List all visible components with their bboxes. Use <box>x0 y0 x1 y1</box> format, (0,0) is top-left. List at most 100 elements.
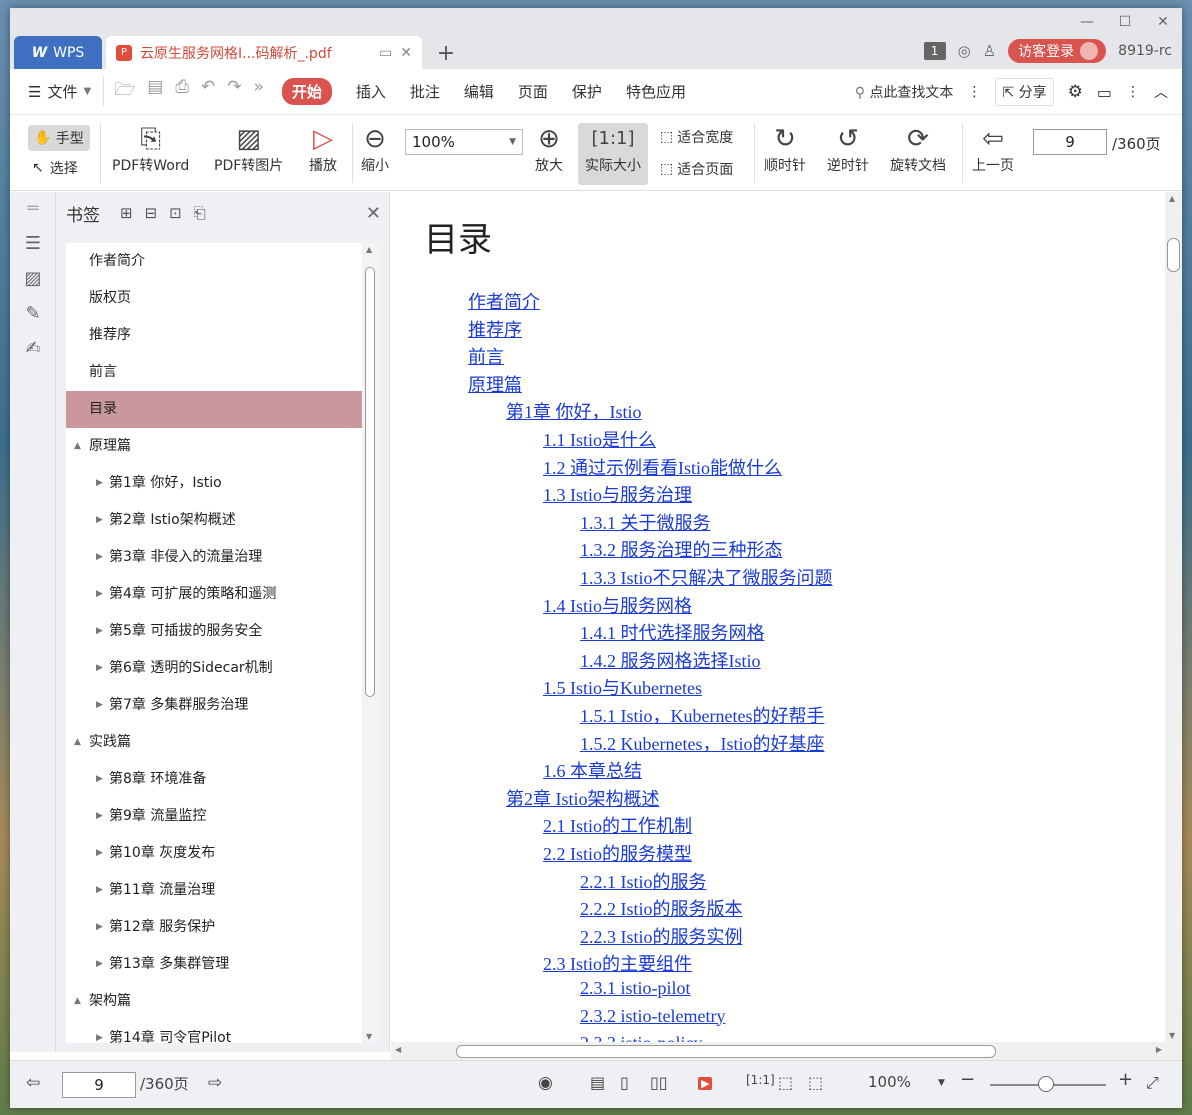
undo-icon[interactable]: ↶ <box>201 77 215 106</box>
toc-link[interactable]: 1.4.1 时代选择服务网格 <box>580 619 765 645</box>
eye-icon[interactable]: ◉ <box>538 1073 553 1093</box>
collapsed-arrow-icon[interactable]: ▶ <box>96 798 103 835</box>
bookmark-item[interactable]: 目录 <box>66 391 362 428</box>
rotate-cw-button[interactable]: ↻ 顺时针 <box>764 123 806 175</box>
collapsed-arrow-icon[interactable]: ▶ <box>96 687 103 724</box>
toc-link[interactable]: 1.5.2 Kubernetes，Istio的好基座 <box>580 730 824 756</box>
thumbnail-icon[interactable]: ▨ <box>10 268 56 289</box>
toc-link[interactable]: 1.2 通过示例看看Istio能做什么 <box>543 454 782 480</box>
bookmark-list-icon[interactable]: ☰ <box>10 233 56 254</box>
bookmark-item[interactable]: ▶ 第12章 服务保护 <box>66 909 362 946</box>
scroll-up-icon[interactable]: ▲ <box>366 245 372 254</box>
toc-link[interactable]: 原理篇 <box>468 371 522 397</box>
toc-link[interactable]: 1.4 Istio与服务网格 <box>543 592 692 618</box>
play-button[interactable]: ▷ 播放 <box>309 123 337 175</box>
share-button[interactable]: ⇱ 分享 <box>995 78 1054 106</box>
toc-link[interactable]: 1.3 Istio与服务治理 <box>543 481 692 507</box>
scroll-up-icon[interactable]: ▲ <box>1169 194 1175 203</box>
print-icon[interactable]: ⎙ <box>175 77 189 106</box>
skin-icon[interactable]: ◎ <box>958 42 971 60</box>
page-number-input[interactable]: 9 <box>1033 129 1107 155</box>
scroll-down-icon[interactable]: ▼ <box>1169 1031 1175 1040</box>
collapsed-arrow-icon[interactable]: ▶ <box>96 761 103 798</box>
bookmark-item[interactable]: 推荐序 <box>66 317 362 354</box>
bookmark-item[interactable]: ▶ 第3章 非侵入的流量治理 <box>66 539 362 576</box>
scroll-thumb[interactable] <box>365 267 375 697</box>
toc-link[interactable]: 2.3.2 istio-telemetry <box>580 1006 725 1027</box>
tab-insert[interactable]: 插入 <box>356 81 386 102</box>
toc-link[interactable]: 2.3 Istio的主要组件 <box>543 950 692 976</box>
tab-close-icon[interactable]: ✕ <box>400 45 412 61</box>
next-page-icon[interactable]: ⇨ <box>208 1073 222 1093</box>
maximize-icon[interactable]: ☐ <box>1106 8 1144 36</box>
tab-page[interactable]: 页面 <box>518 81 548 102</box>
scroll-right-icon[interactable]: ▶ <box>1156 1045 1162 1054</box>
fit-width-button[interactable]: ⬚ 适合宽度 <box>660 127 733 147</box>
collapsed-arrow-icon[interactable]: ▶ <box>96 1020 103 1043</box>
bookmark-item[interactable]: ▶ 第1章 你好，Istio <box>66 465 362 502</box>
toc-link[interactable]: 1.3.2 服务治理的三种形态 <box>580 536 783 562</box>
more-icon[interactable]: » <box>253 77 263 106</box>
collapsed-arrow-icon[interactable]: ▶ <box>96 650 103 687</box>
file-menu[interactable]: ☰ 文件 ▼ <box>28 81 91 102</box>
collapsed-arrow-icon[interactable]: ▶ <box>96 909 103 946</box>
bookmark-item[interactable]: ▶ 第9章 流量监控 <box>66 798 362 835</box>
shirt-icon[interactable]: ♙ <box>983 42 996 60</box>
pdf-to-image-button[interactable]: ▨ PDF转图片 <box>214 123 283 175</box>
scroll-thumb[interactable] <box>456 1045 996 1058</box>
zoom-chevron-down-icon[interactable]: ▼ <box>938 1078 945 1088</box>
zoom-select[interactable]: 100% ▼ <box>405 129 523 155</box>
expand-all-icon[interactable]: ⊡ <box>169 204 182 222</box>
window-count-badge[interactable]: 1 <box>923 42 946 60</box>
add-bookmark-icon[interactable]: ⊞ <box>120 204 133 222</box>
prev-page-icon[interactable]: ⇦ <box>26 1073 40 1093</box>
bookmark-item[interactable]: ▶ 第8章 环境准备 <box>66 761 362 798</box>
collapse-ribbon-icon[interactable]: ︿ <box>1154 82 1168 102</box>
toc-link[interactable]: 1.1 Istio是什么 <box>543 426 656 452</box>
collapsed-arrow-icon[interactable]: ▶ <box>96 539 103 576</box>
toc-link[interactable]: 2.1 Istio的工作机制 <box>543 812 692 838</box>
toc-link[interactable]: 1.6 本章总结 <box>543 757 642 783</box>
bookmark-item[interactable]: ▶ 第6章 透明的Sidecar机制 <box>66 650 362 687</box>
tab-annotate[interactable]: 批注 <box>410 81 440 102</box>
comment-icon[interactable]: ▭ <box>1097 83 1112 102</box>
minimize-icon[interactable]: — <box>1068 8 1106 36</box>
actual-size-icon[interactable]: [1:1] <box>746 1073 775 1087</box>
bookmark-item[interactable]: ▶ 第5章 可插拔的服务安全 <box>66 613 362 650</box>
collapsed-arrow-icon[interactable]: ▶ <box>96 946 103 983</box>
guest-login-button[interactable]: 访客登录 <box>1008 39 1107 63</box>
bookmark-item[interactable]: ▶ 第10章 灰度发布 <box>66 835 362 872</box>
toc-link[interactable]: 第1章 你好，Istio <box>506 398 642 424</box>
collapsed-arrow-icon[interactable]: ▶ <box>96 465 103 502</box>
expanded-arrow-icon[interactable]: ▲ <box>74 983 81 1020</box>
document-vertical-scrollbar[interactable]: ▲ ▼ <box>1165 192 1182 1042</box>
more-vertical-icon[interactable]: ⋮ <box>1126 84 1140 100</box>
scroll-down-icon[interactable]: ▼ <box>366 1032 372 1041</box>
bookmark-item[interactable]: 版权页 <box>66 280 362 317</box>
bookmark-item[interactable]: ▶ 第4章 可扩展的策略和遥测 <box>66 576 362 613</box>
tab-document[interactable]: P 云原生服务网格I...码解析_.pdf ▭ ✕ <box>106 36 422 69</box>
tab-start[interactable]: 开始 <box>281 78 332 105</box>
prev-page-button[interactable]: ⇦ 上一页 <box>972 123 1014 175</box>
rotate-document-button[interactable]: ⟳ 旋转文档 <box>890 123 946 175</box>
tab-edit[interactable]: 编辑 <box>464 81 494 102</box>
toc-link[interactable]: 1.5 Istio与Kubernetes <box>543 674 702 700</box>
zoom-slider-knob[interactable] <box>1038 1076 1054 1092</box>
toc-link[interactable]: 2.2.2 Istio的服务版本 <box>580 895 743 921</box>
zoom-plus-icon[interactable]: + <box>1118 1069 1133 1090</box>
bookmark-item[interactable]: 前言 <box>66 354 362 391</box>
annotation-icon[interactable]: ✎ <box>10 303 56 324</box>
toc-link[interactable]: 2.2.1 Istio的服务 <box>580 868 707 894</box>
single-page-icon[interactable]: ▤ <box>590 1073 605 1092</box>
close-panel-icon[interactable]: ✕ <box>366 203 381 224</box>
bookmark-item[interactable]: ▶ 第11章 流量治理 <box>66 872 362 909</box>
remove-bookmark-icon[interactable]: ⊟ <box>145 204 158 222</box>
collapsed-arrow-icon[interactable]: ▶ <box>96 835 103 872</box>
fullscreen-icon[interactable]: ⤢ <box>1146 1073 1159 1093</box>
scroll-left-icon[interactable]: ◀ <box>395 1045 401 1054</box>
bookmark-item[interactable]: ▲ 实践篇 <box>66 724 362 761</box>
kebab-icon[interactable]: ⋮ <box>967 84 981 100</box>
signature-icon[interactable]: ✍ <box>10 338 56 359</box>
close-icon[interactable]: ✕ <box>1144 8 1182 36</box>
fit-width-icon[interactable]: ⬚ <box>808 1073 823 1092</box>
